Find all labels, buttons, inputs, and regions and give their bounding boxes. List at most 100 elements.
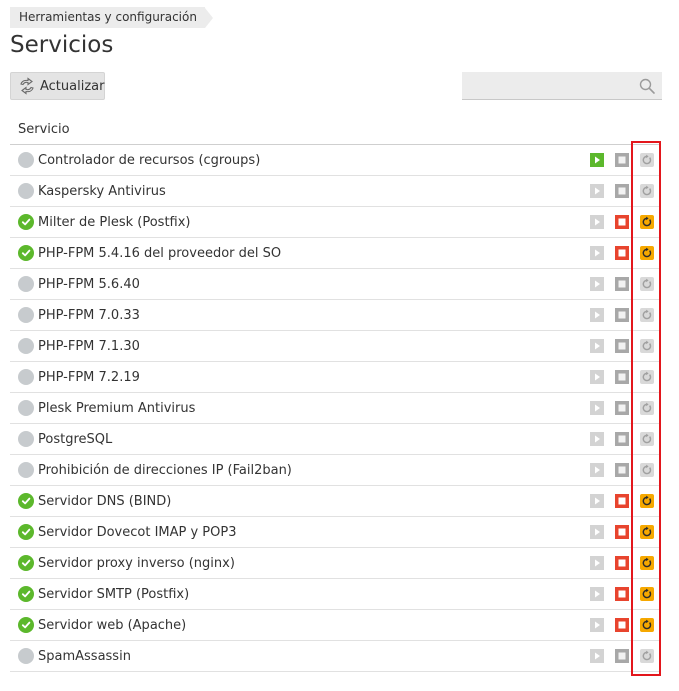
restart-service-button[interactable] [640,525,654,539]
table-row: Controlador de recursos (cgroups) [10,145,661,176]
start-service-button[interactable] [590,153,604,167]
service-actions [590,362,654,392]
restart-icon [642,247,652,258]
play-icon [595,342,600,350]
start-service-button[interactable] [590,525,604,539]
service-actions [590,548,654,578]
restart-service-button[interactable] [640,463,654,477]
stop-service-button[interactable] [615,525,629,539]
stop-service-button[interactable] [615,184,629,198]
restart-service-button[interactable] [640,246,654,260]
service-actions [590,517,654,547]
stop-service-button[interactable] [615,246,629,260]
stop-service-button[interactable] [615,370,629,384]
status-running-icon [18,214,34,230]
stop-service-button[interactable] [615,277,629,291]
service-actions [590,641,654,671]
stop-service-button[interactable] [615,432,629,446]
service-name: Servidor web (Apache) [38,617,187,633]
column-header-service[interactable]: Servicio [18,122,70,137]
start-service-button[interactable] [590,463,604,477]
service-name: PHP-FPM 5.6.40 [38,276,140,292]
restart-service-button[interactable] [640,277,654,291]
search-box [462,72,662,100]
status-stopped-icon [18,462,34,478]
stop-icon [618,156,626,164]
refresh-button[interactable]: Actualizar [10,72,105,100]
restart-service-button[interactable] [640,153,654,167]
start-service-button[interactable] [590,370,604,384]
restart-service-button[interactable] [640,215,654,229]
breadcrumb-item-tools-settings[interactable]: Herramientas y configuración [10,7,205,28]
play-icon [595,373,600,381]
stop-service-button[interactable] [615,587,629,601]
start-service-button[interactable] [590,618,604,632]
start-service-button[interactable] [590,401,604,415]
restart-icon [642,340,652,351]
stop-service-button[interactable] [615,556,629,570]
start-service-button[interactable] [590,649,604,663]
stop-service-button[interactable] [615,401,629,415]
restart-service-button[interactable] [640,587,654,601]
start-service-button[interactable] [590,246,604,260]
service-actions [590,455,654,485]
play-icon [595,187,600,195]
start-service-button[interactable] [590,215,604,229]
restart-service-button[interactable] [640,308,654,322]
restart-service-button[interactable] [640,556,654,570]
restart-icon [642,371,652,382]
start-service-button[interactable] [590,587,604,601]
stop-service-button[interactable] [615,618,629,632]
restart-service-button[interactable] [640,401,654,415]
start-service-button[interactable] [590,556,604,570]
stop-service-button[interactable] [615,494,629,508]
service-actions [590,207,654,237]
start-service-button[interactable] [590,432,604,446]
play-icon [595,497,600,505]
stop-service-button[interactable] [615,153,629,167]
search-input[interactable] [462,72,638,99]
start-service-button[interactable] [590,339,604,353]
service-name: Controlador de recursos (cgroups) [38,152,261,168]
service-name: PHP-FPM 7.2.19 [38,369,140,385]
service-actions [590,269,654,299]
page-title: Servicios [10,32,114,58]
status-stopped-icon [18,369,34,385]
play-icon [595,311,600,319]
table-row: Servidor proxy inverso (nginx) [10,548,661,579]
restart-service-button[interactable] [640,494,654,508]
restart-service-button[interactable] [640,184,654,198]
restart-icon [642,495,652,506]
table-header: Servicio [10,114,661,145]
restart-service-button[interactable] [640,370,654,384]
start-service-button[interactable] [590,308,604,322]
play-icon [595,156,600,164]
service-name: Servidor SMTP (Postfix) [38,586,190,602]
restart-service-button[interactable] [640,339,654,353]
restart-service-button[interactable] [640,618,654,632]
status-running-icon [18,493,34,509]
start-service-button[interactable] [590,184,604,198]
restart-service-button[interactable] [640,649,654,663]
stop-service-button[interactable] [615,463,629,477]
table-row: Prohibición de direcciones IP (Fail2ban) [10,455,661,486]
stop-service-button[interactable] [615,649,629,663]
service-actions [590,393,654,423]
stop-service-button[interactable] [615,339,629,353]
stop-icon [618,528,626,536]
stop-icon [618,652,626,660]
restart-service-button[interactable] [640,432,654,446]
restart-icon [642,557,652,568]
table-row: Servidor web (Apache) [10,610,661,641]
status-stopped-icon [18,648,34,664]
start-service-button[interactable] [590,277,604,291]
restart-icon [642,526,652,537]
stop-icon [618,404,626,412]
stop-icon [618,280,626,288]
play-icon [595,559,600,567]
stop-icon [618,373,626,381]
stop-service-button[interactable] [615,308,629,322]
search-icon[interactable] [638,77,656,95]
start-service-button[interactable] [590,494,604,508]
stop-service-button[interactable] [615,215,629,229]
